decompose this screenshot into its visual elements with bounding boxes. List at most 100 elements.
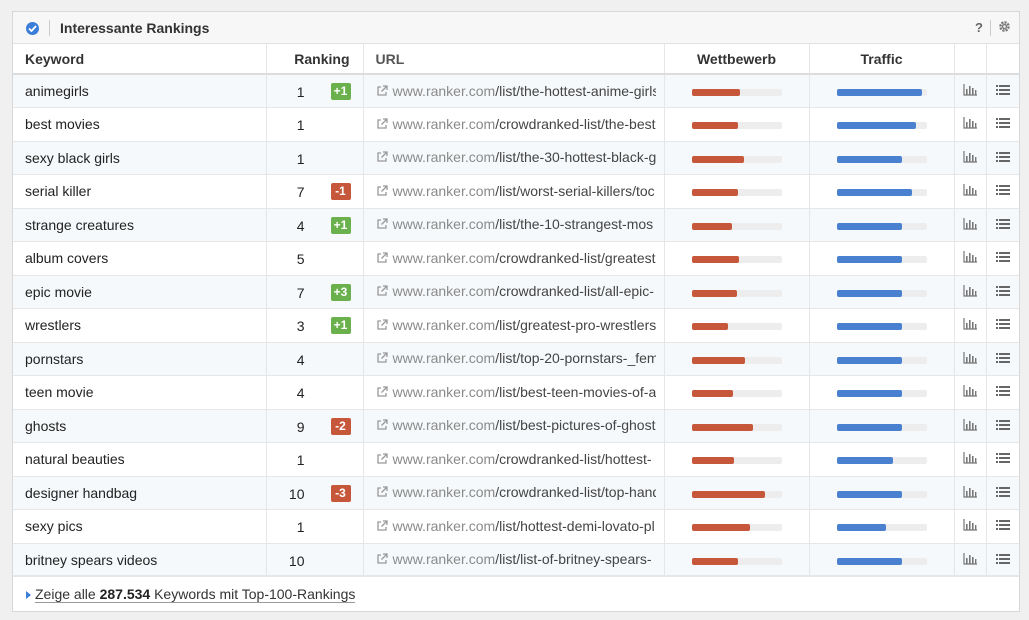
bar-chart-icon[interactable] (963, 518, 977, 534)
column-header-competition[interactable]: Wettbewerb (664, 44, 810, 75)
list-icon[interactable] (995, 418, 1010, 434)
url-path[interactable]: /list/the-30-hottest-black-g (495, 149, 655, 165)
url-cell[interactable]: www.ranker.com/crowdranked-list/top-hand (363, 476, 665, 510)
external-link-icon[interactable] (376, 84, 388, 100)
url-domain[interactable]: www.ranker.com (393, 250, 496, 266)
bar-chart-icon[interactable] (963, 83, 977, 99)
url-cell[interactable]: www.ranker.com/list/top-20-pornstars-_fe… (363, 342, 665, 376)
url-cell[interactable]: www.ranker.com/crowdranked-list/hottest- (363, 442, 665, 477)
table-row[interactable]: ghosts 9 -2 www.ranker.com/list/best-pictur… (13, 409, 1019, 443)
url-path[interactable]: /crowdranked-list/all-epic- (495, 283, 654, 299)
url-path[interactable]: /list/greatest-pro-wrestlers (495, 317, 655, 333)
list-icon[interactable] (995, 384, 1010, 400)
url-path[interactable]: /list/list-of-britney-spears- (495, 551, 651, 567)
table-row[interactable]: sexy black girls 1 www.ranker.com/list/the… (13, 141, 1019, 175)
url-domain[interactable]: www.ranker.com (393, 183, 496, 199)
list-icon[interactable] (995, 116, 1010, 132)
keyword-cell[interactable]: ghosts (13, 409, 267, 443)
external-link-icon[interactable] (376, 552, 388, 568)
gear-icon[interactable] (998, 20, 1011, 36)
table-row[interactable]: album covers 5 www.ranker.com/crowdranked-… (13, 241, 1019, 276)
url-domain[interactable]: www.ranker.com (393, 551, 496, 567)
url-cell[interactable]: www.ranker.com/list/hottest-demi-lovato-… (363, 509, 665, 544)
external-link-icon[interactable] (376, 519, 388, 535)
external-link-icon[interactable] (376, 452, 388, 468)
url-cell[interactable]: www.ranker.com/list/greatest-pro-wrestle… (363, 308, 665, 343)
bar-chart-icon[interactable] (963, 451, 977, 467)
bar-chart-icon[interactable] (963, 485, 977, 501)
bar-chart-icon[interactable] (963, 284, 977, 300)
url-path[interactable]: /crowdranked-list/greatest (495, 250, 655, 266)
external-link-icon[interactable] (376, 284, 388, 300)
url-path[interactable]: /list/top-20-pornstars-_fem (495, 350, 655, 366)
bar-chart-icon[interactable] (963, 418, 977, 434)
bar-chart-icon[interactable] (963, 250, 977, 266)
list-icon[interactable] (995, 552, 1010, 568)
keyword-cell[interactable]: sexy pics (13, 509, 267, 544)
list-icon[interactable] (995, 518, 1010, 534)
keyword-cell[interactable]: teen movie (13, 375, 267, 410)
table-row[interactable]: britney spears videos 10 www.ranker.com/li… (13, 543, 1019, 577)
url-path[interactable]: /list/the-10-strangest-mos (495, 216, 653, 232)
url-cell[interactable]: www.ranker.com/list/list-of-britney-spea… (363, 543, 665, 577)
url-path[interactable]: /list/best-teen-movies-of-a (495, 384, 655, 400)
table-row[interactable]: natural beauties 1 www.ranker.com/crowdran… (13, 442, 1019, 477)
url-domain[interactable]: www.ranker.com (393, 149, 496, 165)
keyword-cell[interactable]: best movies (13, 107, 267, 142)
keyword-cell[interactable]: wrestlers (13, 308, 267, 343)
bar-chart-icon[interactable] (963, 150, 977, 166)
list-icon[interactable] (995, 485, 1010, 501)
keyword-cell[interactable]: designer handbag (13, 476, 267, 510)
help-icon[interactable]: ? (975, 20, 983, 35)
keyword-cell[interactable]: serial killer (13, 174, 267, 209)
url-domain[interactable]: www.ranker.com (393, 116, 496, 132)
bar-chart-icon[interactable] (963, 317, 977, 333)
url-domain[interactable]: www.ranker.com (393, 384, 496, 400)
url-cell[interactable]: www.ranker.com/list/the-10-strangest-mos (363, 208, 665, 242)
url-cell[interactable]: www.ranker.com/crowdranked-list/the-best (363, 107, 665, 142)
bar-chart-icon[interactable] (963, 116, 977, 132)
external-link-icon[interactable] (376, 385, 388, 401)
table-row[interactable]: strange creatures 4 +1 www.ranker.com/list/… (13, 208, 1019, 242)
external-link-icon[interactable] (376, 418, 388, 434)
external-link-icon[interactable] (376, 351, 388, 367)
column-header-url[interactable]: URL (363, 44, 665, 75)
url-cell[interactable]: www.ranker.com/list/worst-serial-killers… (363, 174, 665, 209)
url-cell[interactable]: www.ranker.com/list/the-hottest-anime-gi… (363, 74, 665, 108)
keyword-cell[interactable]: sexy black girls (13, 141, 267, 175)
url-cell[interactable]: www.ranker.com/list/the-30-hottest-black… (363, 141, 665, 175)
list-icon[interactable] (995, 317, 1010, 333)
bar-chart-icon[interactable] (963, 384, 977, 400)
column-header-traffic[interactable]: Traffic (809, 44, 955, 75)
bar-chart-icon[interactable] (963, 183, 977, 199)
url-domain[interactable]: www.ranker.com (393, 283, 496, 299)
bar-chart-icon[interactable] (963, 217, 977, 233)
keyword-cell[interactable]: epic movie (13, 275, 267, 309)
external-link-icon[interactable] (376, 485, 388, 501)
table-row[interactable]: teen movie 4 www.ranker.com/list/best-teen… (13, 375, 1019, 410)
url-path[interactable]: /list/the-hottest-anime-girls (495, 83, 655, 99)
table-row[interactable]: serial killer 7 -1 www.ranker.com/list/wors… (13, 174, 1019, 209)
table-row[interactable]: designer handbag 10 -3 www.ranker.com/crowd… (13, 476, 1019, 510)
list-icon[interactable] (995, 217, 1010, 233)
external-link-icon[interactable] (376, 251, 388, 267)
url-domain[interactable]: www.ranker.com (393, 83, 496, 99)
table-row[interactable]: animegirls 1 +1 www.ranker.com/list/the-hot… (13, 74, 1019, 108)
table-row[interactable]: sexy pics 1 www.ranker.com/list/hottest-de… (13, 509, 1019, 544)
list-icon[interactable] (995, 451, 1010, 467)
external-link-icon[interactable] (376, 318, 388, 334)
url-domain[interactable]: www.ranker.com (393, 518, 496, 534)
bar-chart-icon[interactable] (963, 552, 977, 568)
url-path[interactable]: /crowdranked-list/top-hand (495, 484, 655, 500)
keyword-cell[interactable]: britney spears videos (13, 543, 267, 577)
external-link-icon[interactable] (376, 184, 388, 200)
list-icon[interactable] (995, 150, 1010, 166)
list-icon[interactable] (995, 83, 1010, 99)
url-domain[interactable]: www.ranker.com (393, 451, 496, 467)
column-header-ranking[interactable]: Ranking (266, 44, 364, 75)
keyword-cell[interactable]: strange creatures (13, 208, 267, 242)
list-icon[interactable] (995, 250, 1010, 266)
external-link-icon[interactable] (376, 217, 388, 233)
url-domain[interactable]: www.ranker.com (393, 350, 496, 366)
url-domain[interactable]: www.ranker.com (393, 216, 496, 232)
